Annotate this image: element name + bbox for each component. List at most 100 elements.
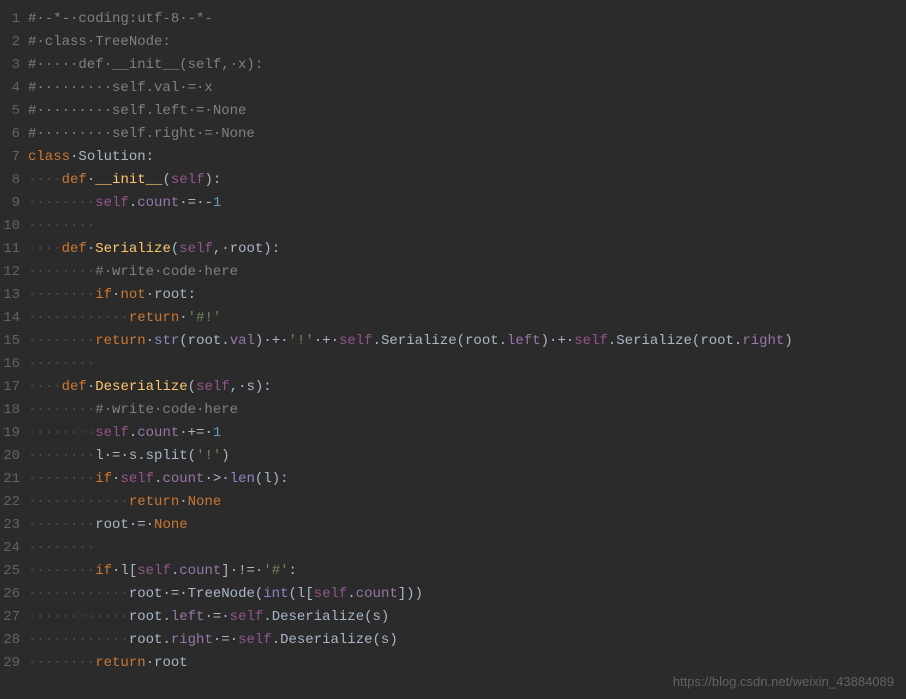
code-content[interactable]: #·····def·__init__(self,·x): — [28, 54, 906, 77]
code-content[interactable]: #·········self.val·=·x — [28, 77, 906, 100]
line-number: 27 — [0, 606, 28, 629]
code-line[interactable]: 19········self.count·+=·1 — [0, 422, 906, 445]
token-default: · — [87, 379, 95, 395]
code-content[interactable]: ········ — [28, 353, 906, 376]
code-line[interactable]: 23········root·=·None — [0, 514, 906, 537]
token-op: ) — [406, 586, 414, 602]
line-number: 19 — [0, 422, 28, 445]
code-content[interactable]: ········root·=·None — [28, 514, 906, 537]
token-default: Deserialize — [272, 609, 364, 625]
code-content[interactable]: ········ — [28, 215, 906, 238]
code-line[interactable]: 25········if·l[self.count]·!=·'#': — [0, 560, 906, 583]
code-line[interactable]: 17····def·Deserialize(self,·s): — [0, 376, 906, 399]
token-comment: #·write·code·here — [95, 402, 238, 418]
code-content[interactable]: ········#·write·code·here — [28, 399, 906, 422]
token-op: . — [129, 425, 137, 441]
code-line[interactable]: 11····def·Serialize(self,·root): — [0, 238, 906, 261]
token-selfp: self — [137, 563, 171, 579]
code-content[interactable]: ············root.left·=·self.Deserialize… — [28, 606, 906, 629]
token-default: l — [263, 471, 271, 487]
code-content[interactable]: class·Solution: — [28, 146, 906, 169]
token-keyword: def — [62, 172, 87, 188]
code-line[interactable]: 15········return·str(root.val)·+·'!'·+·s… — [0, 330, 906, 353]
code-line[interactable]: 22············return·None — [0, 491, 906, 514]
token-keyword: return — [129, 310, 179, 326]
code-content[interactable]: ········self.count·=·-1 — [28, 192, 906, 215]
token-op: ) — [272, 471, 280, 487]
code-content[interactable]: ····def·__init__(self): — [28, 169, 906, 192]
token-dots: ········ — [28, 264, 95, 280]
code-line[interactable]: 3#·····def·__init__(self,·x): — [0, 54, 906, 77]
code-content[interactable]: ········#·write·code·here — [28, 261, 906, 284]
code-content[interactable]: ········if·not·root: — [28, 284, 906, 307]
code-line[interactable]: 1#·-*-·coding:utf-8·-*- — [0, 8, 906, 31]
code-content[interactable]: ····def·Deserialize(self,·s): — [28, 376, 906, 399]
code-content[interactable]: #·········self.right·=·None — [28, 123, 906, 146]
line-number: 20 — [0, 445, 28, 468]
token-op: ) — [204, 172, 212, 188]
code-content[interactable]: ············return·None — [28, 491, 906, 514]
token-default: · — [263, 333, 271, 349]
code-line[interactable]: 4#·········self.val·=·x — [0, 77, 906, 100]
code-content[interactable]: #·········self.left·=·None — [28, 100, 906, 123]
code-line[interactable]: 7class·Solution: — [0, 146, 906, 169]
token-default: root — [700, 333, 734, 349]
token-default: · — [566, 333, 574, 349]
code-content[interactable]: ········l·=·s.split('!') — [28, 445, 906, 468]
code-line[interactable]: 5#·········self.left·=·None — [0, 100, 906, 123]
token-dots: ········ — [28, 471, 95, 487]
code-line[interactable]: 9········self.count·=·-1 — [0, 192, 906, 215]
code-line[interactable]: 8····def·__init__(self): — [0, 169, 906, 192]
code-content[interactable]: ············root·=·TreeNode(int(l[self.c… — [28, 583, 906, 606]
code-content[interactable]: ····def·Serialize(self,·root): — [28, 238, 906, 261]
token-dots: ···· — [28, 241, 62, 257]
token-op: ( — [373, 632, 381, 648]
code-content[interactable]: #·class·TreeNode: — [28, 31, 906, 54]
token-selfp: self — [171, 172, 205, 188]
code-editor[interactable]: 1#·-*-·coding:utf-8·-*-2#·class·TreeNode… — [0, 8, 906, 675]
code-content[interactable]: ········if·self.count·>·len(l): — [28, 468, 906, 491]
token-op: ) — [541, 333, 549, 349]
line-number: 26 — [0, 583, 28, 606]
code-line[interactable]: 6#·········self.right·=·None — [0, 123, 906, 146]
token-op: ( — [179, 333, 187, 349]
code-content[interactable]: ········self.count·+=·1 — [28, 422, 906, 445]
code-line[interactable]: 27············root.left·=·self.Deseriali… — [0, 606, 906, 629]
line-number: 10 — [0, 215, 28, 238]
code-line[interactable]: 18········#·write·code·here — [0, 399, 906, 422]
code-content[interactable]: ········ — [28, 537, 906, 560]
code-line[interactable]: 28············root.right·=·self.Deserial… — [0, 629, 906, 652]
token-selfp: self — [574, 333, 608, 349]
code-content[interactable]: ········if·l[self.count]·!=·'#': — [28, 560, 906, 583]
token-funcname: Serialize — [95, 241, 171, 257]
token-selfp: self — [230, 609, 264, 625]
token-default: root — [465, 333, 499, 349]
token-dots: ········ — [28, 655, 95, 671]
line-number: 7 — [0, 146, 28, 169]
line-number: 21 — [0, 468, 28, 491]
code-line[interactable]: 16········ — [0, 353, 906, 376]
code-content[interactable]: ············root.right·=·self.Deserializ… — [28, 629, 906, 652]
code-line[interactable]: 21········if·self.count·>·len(l): — [0, 468, 906, 491]
code-line[interactable]: 13········if·not·root: — [0, 284, 906, 307]
code-line[interactable]: 20········l·=·s.split('!') — [0, 445, 906, 468]
code-content[interactable]: ········return·str(root.val)·+·'!'·+·sel… — [28, 330, 906, 353]
line-number: 3 — [0, 54, 28, 77]
code-content[interactable]: #·-*-·coding:utf-8·-*- — [28, 8, 906, 31]
code-line[interactable]: 2#·class·TreeNode: — [0, 31, 906, 54]
token-comment: #·class·TreeNode: — [28, 34, 171, 50]
token-op: . — [129, 195, 137, 211]
code-line[interactable]: 10········ — [0, 215, 906, 238]
token-op: = — [213, 609, 221, 625]
token-comment: #·········self.left·=·None — [28, 103, 246, 119]
line-number: 17 — [0, 376, 28, 399]
code-line[interactable]: 12········#·write·code·here — [0, 261, 906, 284]
code-line[interactable]: 14············return·'#!' — [0, 307, 906, 330]
token-dots: ········ — [28, 287, 95, 303]
token-op: . — [272, 632, 280, 648]
code-line[interactable]: 24········ — [0, 537, 906, 560]
token-default: · — [221, 241, 229, 257]
code-line[interactable]: 26············root·=·TreeNode(int(l[self… — [0, 583, 906, 606]
token-default: · — [129, 517, 137, 533]
code-content[interactable]: ············return·'#!' — [28, 307, 906, 330]
